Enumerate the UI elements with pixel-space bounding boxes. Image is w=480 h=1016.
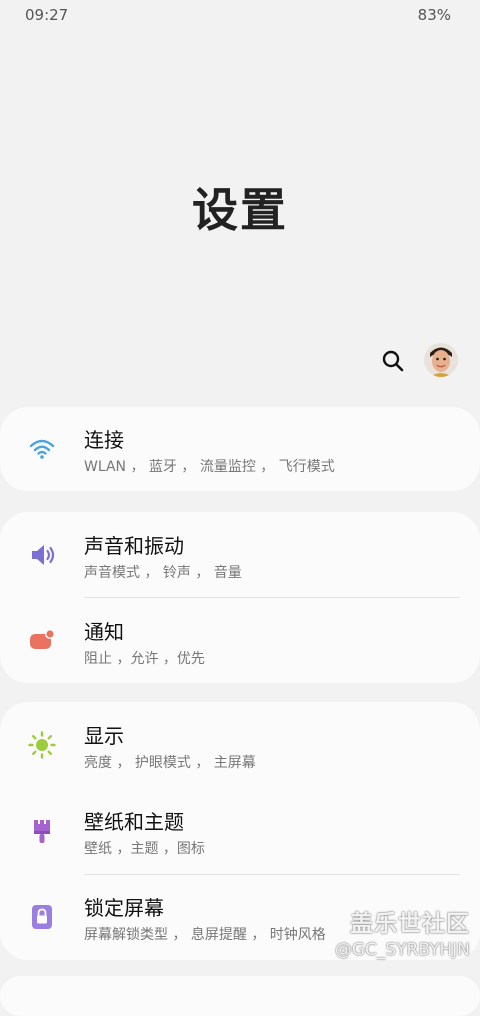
sound-notifications-card: 声音和振动 声音模式 ， 铃声 ， 音量 通知 阻止 ，允许 ，优先	[0, 512, 480, 683]
watermark-user: @GC_SYRBYHJN	[334, 940, 470, 960]
item-title: 连接	[84, 428, 124, 452]
item-subtitle: 声音模式 ， 铃声 ， 音量	[84, 565, 242, 581]
item-title: 声音和振动	[84, 534, 184, 558]
settings-item-wallpaper-themes[interactable]: 壁纸和主题 壁纸 ，主题 ，图标	[0, 788, 480, 874]
brush-icon	[27, 816, 57, 846]
item-title: 锁定屏幕	[84, 896, 164, 920]
connections-card: 连接 WLAN ， 蓝牙 ， 流量监控 ， 飞行模式	[0, 407, 480, 491]
avatar[interactable]	[424, 343, 458, 377]
item-subtitle: 阻止 ，允许 ，优先	[84, 651, 205, 667]
item-subtitle: WLAN ， 蓝牙 ， 流量监控 ， 飞行模式	[84, 459, 335, 475]
notification-icon	[27, 626, 57, 656]
settings-item-sound-vibration[interactable]: 声音和振动 声音模式 ， 铃声 ， 音量	[0, 512, 480, 598]
item-title: 显示	[84, 724, 124, 748]
status-bar: 09:27 83%	[0, 0, 480, 30]
brightness-icon	[27, 730, 57, 760]
watermark-logo: 盖乐世社区	[350, 911, 470, 937]
settings-item-connections[interactable]: 连接 WLAN ， 蓝牙 ， 流量监控 ， 飞行模式	[0, 406, 480, 492]
status-time: 09:27	[25, 6, 69, 24]
wifi-icon	[27, 434, 57, 464]
search-icon	[382, 350, 404, 372]
item-title: 壁纸和主题	[84, 810, 184, 834]
battery-level: 83%	[417, 6, 451, 24]
search-button[interactable]	[380, 348, 406, 374]
item-title: 通知	[84, 620, 124, 644]
next-card-partial	[0, 976, 480, 1016]
item-subtitle: 壁纸 ，主题 ，图标	[84, 841, 205, 857]
settings-item-notifications[interactable]: 通知 阻止 ，允许 ，优先	[0, 598, 480, 684]
settings-item-display[interactable]: 显示 亮度 ， 护眼模式 ， 主屏幕	[0, 702, 480, 788]
watermark: 盖乐世社区 @GC_SYRBYHJN	[335, 904, 470, 960]
lock-icon	[27, 902, 57, 932]
profile-avatar-icon	[424, 343, 458, 377]
item-subtitle: 亮度 ， 护眼模式 ， 主屏幕	[84, 755, 256, 771]
item-subtitle: 屏幕解锁类型 ， 息屏提醒 ， 时钟风格	[84, 927, 326, 943]
page-title: 设置	[192, 183, 288, 237]
volume-icon	[27, 540, 57, 570]
